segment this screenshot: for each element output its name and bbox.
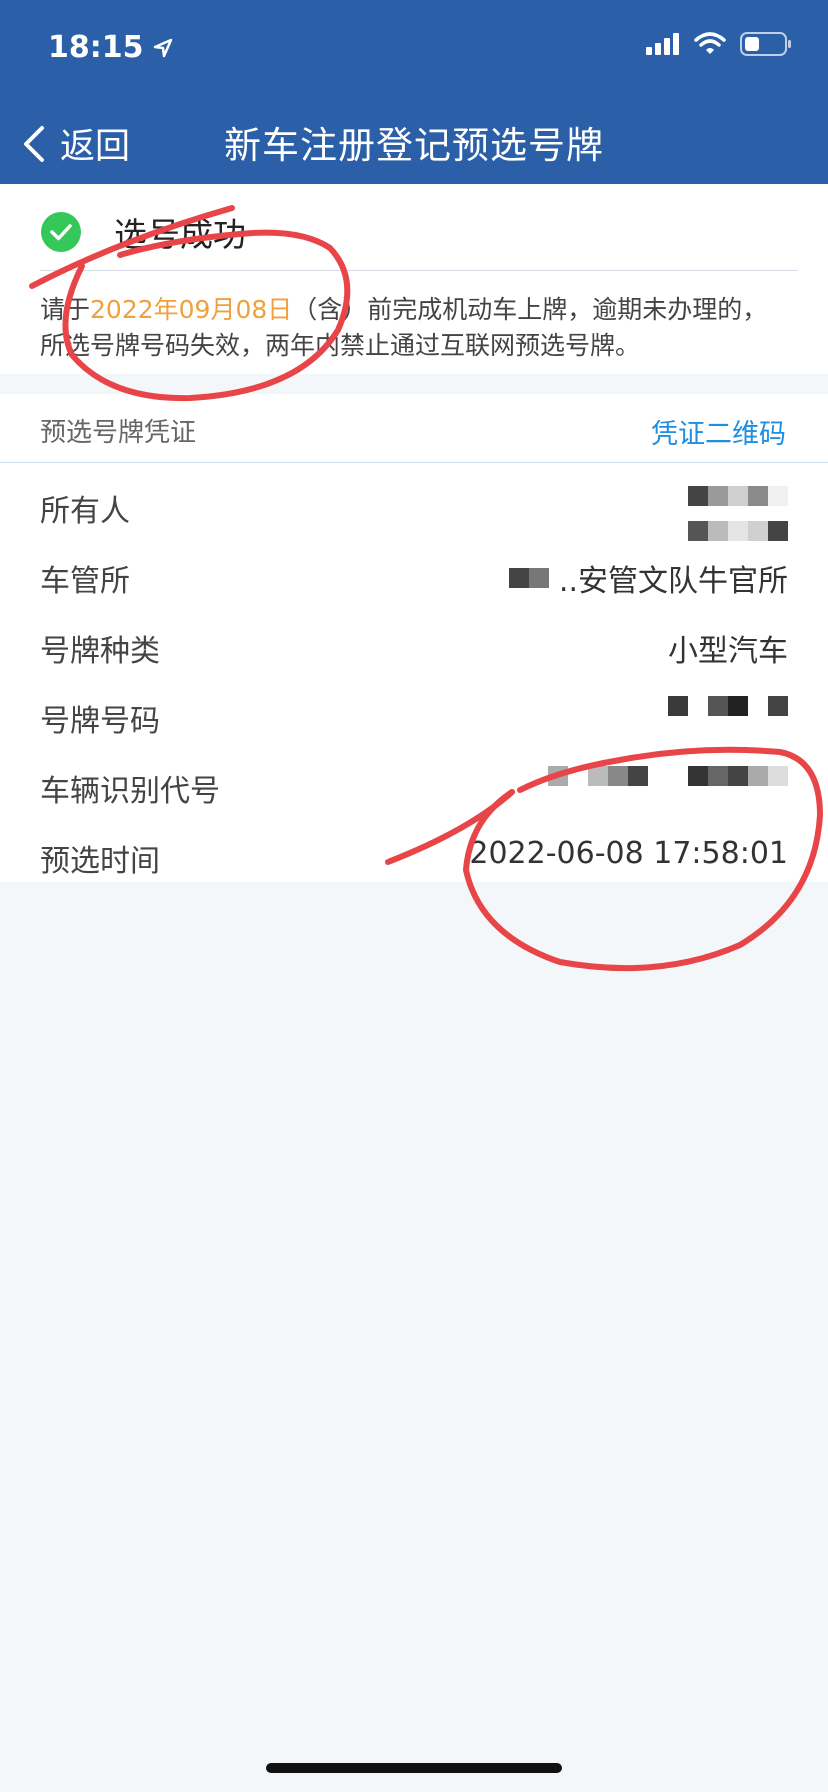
deadline-date: 2022年09月08日 [90,295,293,324]
success-check-icon [41,212,81,252]
row-label: 预选时间 [40,844,160,879]
success-row: 选号成功 [40,208,246,256]
certificate-card: 预选号牌凭证 凭证二维码 所有人 车管所 ..安管文队牛官所 号牌种类 小型汽车… [0,394,828,882]
redaction-mosaic [668,696,788,716]
page-title: 新车注册登记预选号牌 [224,124,604,167]
status-text: 选号成功 [114,215,246,254]
row-selection-time: 预选时间 2022-06-08 17:58:01 [0,822,828,892]
certificate-title: 预选号牌凭证 [40,418,197,448]
cellular-signal-icon [646,33,679,55]
wifi-icon [694,32,726,54]
vehicle-office-value: ..安管文队牛官所 [508,556,788,600]
row-label: 车辆识别代号 [40,774,220,809]
battery-icon [740,32,791,56]
row-vin: 车辆识别代号 [0,752,828,822]
deadline-notice: 请于2022年09月08日（含）前完成机动车上牌，逾期未办理的，所选号牌号码失效… [40,292,792,364]
row-label: 号牌号码 [40,704,160,739]
divider [40,270,798,271]
plate-number-value-redacted [668,696,788,716]
result-card: 选号成功 请于2022年09月08日（含）前完成机动车上牌，逾期未办理的，所选号… [0,184,828,374]
row-vehicle-office: 车管所 ..安管文队牛官所 [0,542,828,612]
vin-value-redacted [548,766,788,786]
certificate-header: 预选号牌凭证 凭证二维码 [0,394,828,463]
notice-prefix: 请于 [40,295,91,324]
home-indicator[interactable] [266,1763,562,1773]
row-owner: 所有人 [0,472,828,542]
row-plate-type: 号牌种类 小型汽车 [0,612,828,682]
selection-time-value: 2022-06-08 17:58:01 [469,836,788,871]
status-bar-indicators [646,32,792,56]
qr-code-link[interactable]: 凭证二维码 [651,412,786,451]
redaction-mosaic [548,766,788,786]
location-arrow-icon [153,38,172,57]
status-bar-time: 18:15 [48,30,174,65]
row-label: 车管所 [40,564,130,599]
row-label: 所有人 [40,494,130,529]
app-header: 18:15 返回 新车注册登记预选号牌 [0,0,828,184]
row-plate-number: 号牌号码 [0,682,828,752]
redaction-mosaic [688,486,788,541]
row-label: 号牌种类 [40,634,160,669]
plate-type-value: 小型汽车 [668,634,788,669]
redaction-mosaic [508,568,549,588]
owner-value-redacted [688,486,788,541]
